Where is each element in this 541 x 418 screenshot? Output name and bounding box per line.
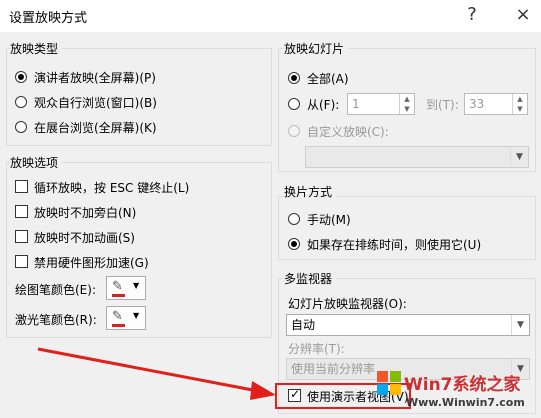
- watermark-url: Www.Winwin7.com: [406, 396, 525, 409]
- windows-logo-icon: [377, 371, 401, 395]
- watermark: Win7系统之家 Www.Winwin7.com: [376, 368, 541, 418]
- watermark-brand: Win7系统之家: [404, 375, 521, 395]
- annotation-arrow-icon: [37, 347, 276, 400]
